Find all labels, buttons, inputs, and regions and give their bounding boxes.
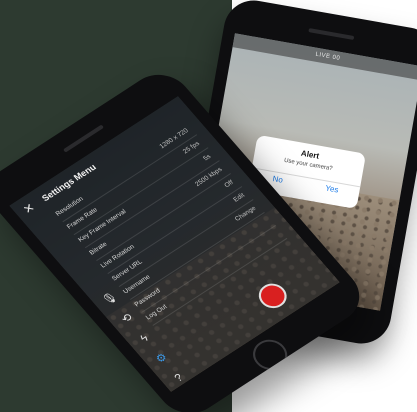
speaker-grille — [308, 28, 355, 41]
settings-row-value: 25 fps — [181, 140, 202, 156]
settings-row-value: Off — [223, 179, 235, 190]
settings-row-value: 5s — [202, 153, 213, 163]
close-icon[interactable]: ✕ — [20, 200, 38, 216]
settings-row-value: Edit — [232, 192, 247, 204]
status-text: LIVE 00 — [315, 51, 341, 62]
status-bar: LIVE 00 — [232, 33, 417, 81]
home-button[interactable] — [246, 333, 295, 376]
